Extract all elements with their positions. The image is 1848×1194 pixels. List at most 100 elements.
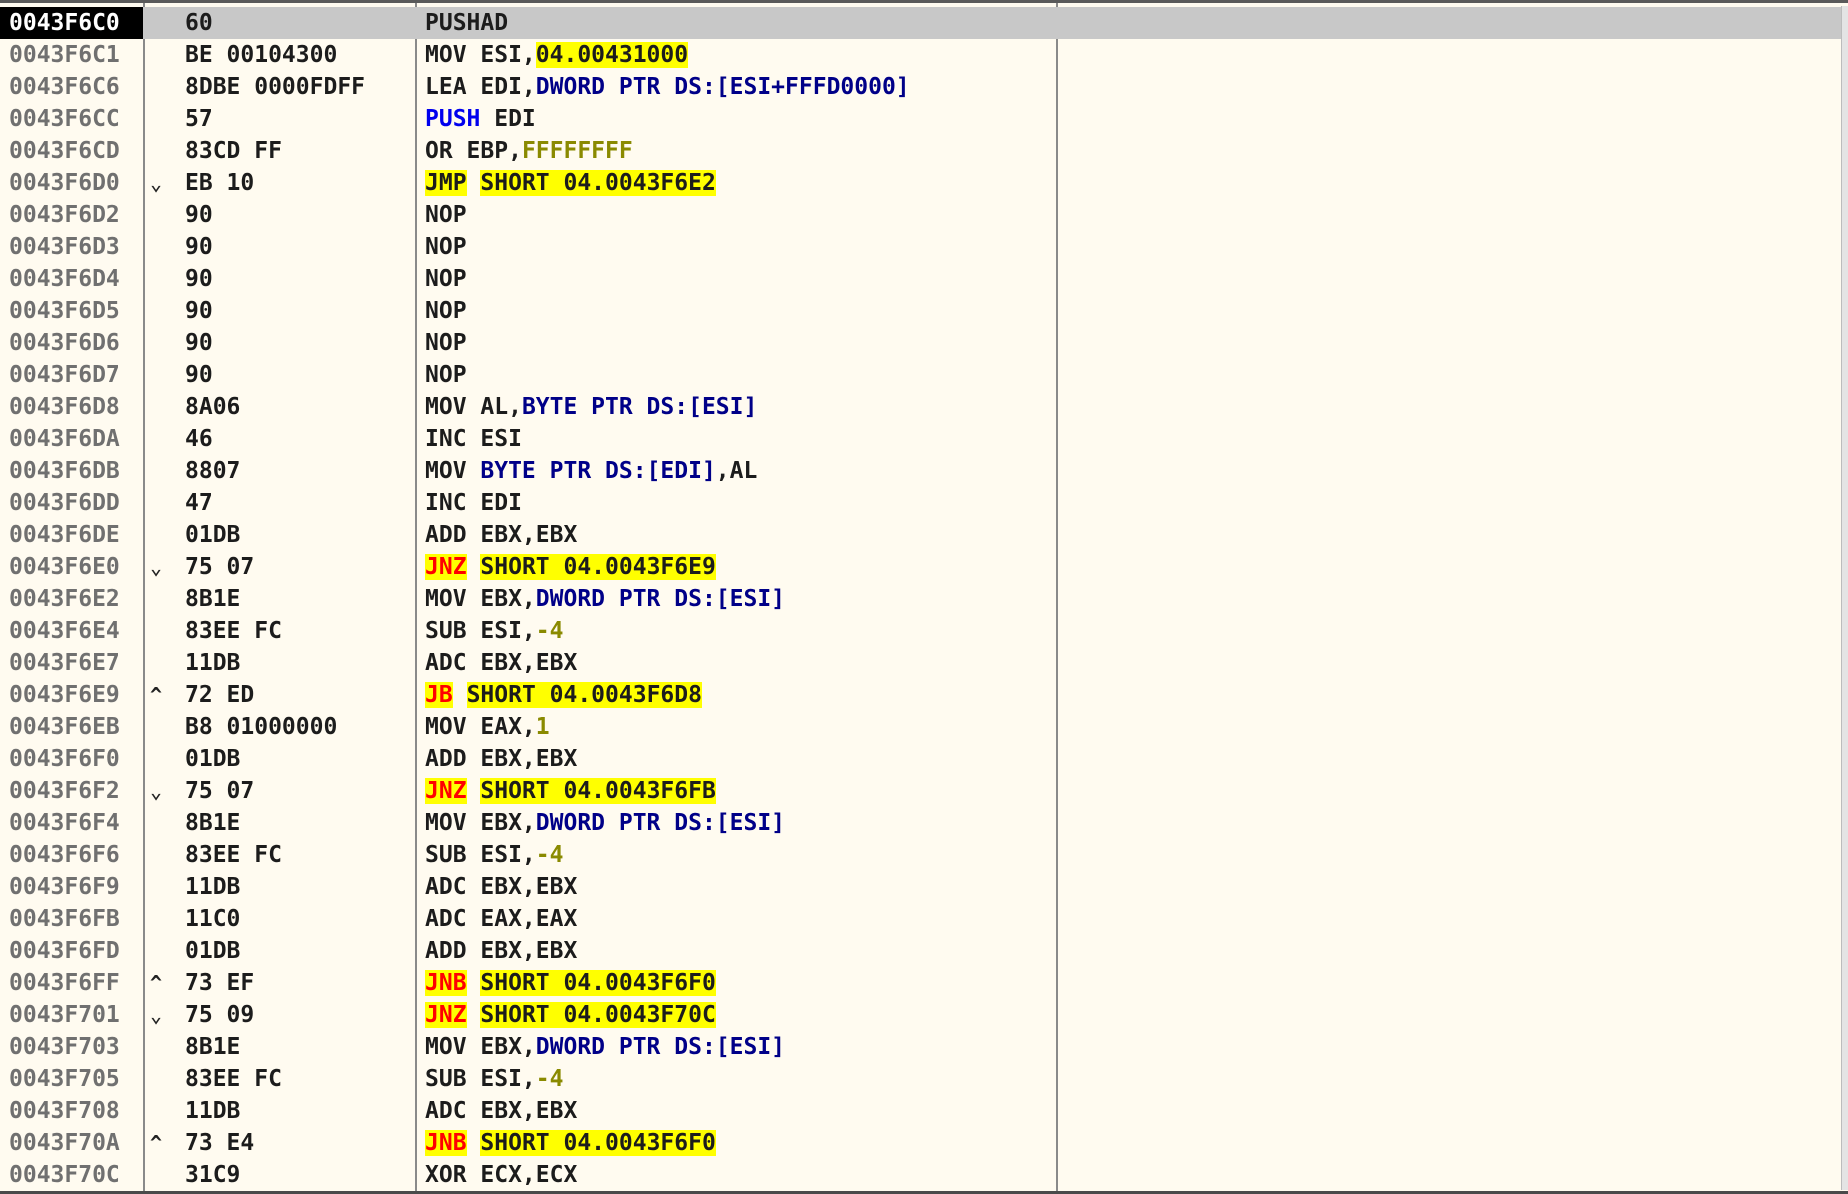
instruction-hex-bytes: 90: [185, 202, 213, 228]
instruction-row[interactable]: 0043F6DE 01DB ADD EBX,EBX: [0, 519, 1846, 551]
instruction-row[interactable]: 0043F6C1 BE 00104300 MOV ESI,04.00431000: [0, 39, 1846, 71]
jump-down-arrow-icon: ⌄: [150, 779, 163, 803]
instruction-hex-bytes: 31C9: [185, 1162, 241, 1188]
instruction-disassembly: INC EDI: [425, 487, 522, 519]
disassembly-token: MOV ESI,: [425, 42, 536, 68]
instruction-address: 0043F6CD: [9, 138, 120, 164]
instruction-address: 0043F6CC: [9, 106, 120, 132]
instruction-hex-bytes: 11DB: [185, 650, 241, 676]
instruction-hex-bytes: 75 07: [185, 778, 255, 804]
instruction-address: 0043F6C6: [9, 74, 120, 100]
instruction-address: 0043F6FB: [9, 906, 120, 932]
instruction-row[interactable]: 0043F6E2 8B1E MOV EBX,DWORD PTR DS:[ESI]: [0, 583, 1846, 615]
instruction-address: 0043F6D5: [9, 298, 120, 324]
instruction-row[interactable]: 0043F6F6 83EE FC SUB ESI,-4: [0, 839, 1846, 871]
instruction-row[interactable]: 0043F6FF ^ 73 EF JNB SHORT 04.0043F6F0: [0, 967, 1846, 999]
disassembly-token: MOV EBX,: [425, 810, 536, 836]
instruction-row[interactable]: 0043F6FB 11C0 ADC EAX,EAX: [0, 903, 1846, 935]
instruction-row[interactable]: 0043F705 83EE FC SUB ESI,-4: [0, 1063, 1846, 1095]
instruction-disassembly: ADD EBX,EBX: [425, 519, 577, 551]
instruction-address: 0043F70C: [9, 1162, 120, 1188]
instruction-row[interactable]: 0043F6D2 90 NOP: [0, 199, 1846, 231]
instruction-row[interactable]: 0043F6EB B8 01000000 MOV EAX,1: [0, 711, 1846, 743]
disassembly-token: ADC EAX,EAX: [425, 906, 578, 932]
instruction-address: 0043F6C1: [9, 42, 120, 68]
instruction-row[interactable]: 0043F6D7 90 NOP: [0, 359, 1846, 391]
instruction-row[interactable]: 0043F6F9 11DB ADC EBX,EBX: [0, 871, 1846, 903]
disassembly-token: OR EBP,: [425, 138, 522, 164]
disassembly-token: 1: [535, 714, 550, 740]
instruction-row[interactable]: 0043F703 8B1E MOV EBX,DWORD PTR DS:[ESI]: [0, 1031, 1846, 1063]
disassembly-token: [467, 1130, 481, 1156]
instruction-row[interactable]: 0043F6F2 ⌄ 75 07 JNZ SHORT 04.0043F6FB: [0, 775, 1846, 807]
disassembly-token: ,AL: [715, 458, 758, 484]
instruction-disassembly: ADD EBX,EBX: [425, 935, 577, 967]
instruction-disassembly: XOR ECX,ECX: [425, 1159, 577, 1191]
instruction-hex-bytes: 8B1E: [185, 586, 241, 612]
instruction-row[interactable]: 0043F6D6 90 NOP: [0, 327, 1846, 359]
disassembly-token: MOV EBX,: [425, 1034, 536, 1060]
disassembly-token: NOP: [425, 362, 467, 388]
instruction-address: 0043F6DD: [9, 490, 120, 516]
instruction-hex-bytes: 8A06: [185, 394, 241, 420]
instruction-row[interactable]: 0043F6E0 ⌄ 75 07 JNZ SHORT 04.0043F6E9: [0, 551, 1846, 583]
instruction-disassembly: ADC EBX,EBX: [425, 871, 577, 903]
instruction-address: 0043F6EB: [9, 714, 120, 740]
instruction-row[interactable]: 0043F6DD 47 INC EDI: [0, 487, 1846, 519]
disassembly-token: ADD EBX,EBX: [425, 746, 578, 772]
disassembly-token: JNZ: [425, 554, 467, 580]
instruction-row[interactable]: 0043F6E9 ^ 72 ED JB SHORT 04.0043F6D8: [0, 679, 1846, 711]
disassembly-token: 04.00431000: [535, 42, 689, 68]
instruction-row[interactable]: 0043F6E4 83EE FC SUB ESI,-4: [0, 615, 1846, 647]
instruction-disassembly: JNZ SHORT 04.0043F6FB: [425, 775, 716, 807]
instruction-address: 0043F6F0: [9, 746, 120, 772]
disassembly-token: NOP: [425, 298, 467, 324]
instruction-address: 0043F6FD: [9, 938, 120, 964]
instruction-disassembly: ADC EAX,EAX: [425, 903, 577, 935]
instruction-hex-bytes: BE 00104300: [185, 42, 338, 68]
instruction-row[interactable]: 0043F6D0 ⌄ EB 10 JMP SHORT 04.0043F6E2: [0, 167, 1846, 199]
instruction-address: 0043F6E4: [9, 618, 120, 644]
instruction-hex-bytes: 47: [185, 490, 213, 516]
instruction-address: 0043F703: [9, 1034, 120, 1060]
disassembly-token: LEA EDI,: [425, 74, 536, 100]
instruction-row[interactable]: 0043F6FD 01DB ADD EBX,EBX: [0, 935, 1846, 967]
vertical-scrollbar[interactable]: [1841, 6, 1848, 1190]
instruction-address: 0043F6E9: [9, 682, 120, 708]
instruction-row[interactable]: 0043F6D8 8A06 MOV AL,BYTE PTR DS:[ESI]: [0, 391, 1846, 423]
instruction-row[interactable]: 0043F70A ^ 73 E4 JNB SHORT 04.0043F6F0: [0, 1127, 1846, 1159]
instruction-row[interactable]: 0043F6DA 46 INC ESI: [0, 423, 1846, 455]
instruction-disassembly: ADC EBX,EBX: [425, 647, 577, 679]
disassembly-token: SHORT 04.0043F6D8: [466, 682, 702, 708]
disassembly-token: MOV: [425, 458, 481, 484]
instruction-hex-bytes: 11DB: [185, 874, 241, 900]
instruction-row[interactable]: 0043F701 ⌄ 75 09 JNZ SHORT 04.0043F70C: [0, 999, 1846, 1031]
disassembly-token: -4: [535, 842, 564, 868]
instruction-row[interactable]: 0043F6D3 90 NOP: [0, 231, 1846, 263]
instruction-address: 0043F6F9: [9, 874, 120, 900]
disassembly-token: SHORT 04.0043F6F0: [480, 1130, 716, 1156]
instruction-hex-bytes: 73 E4: [185, 1130, 255, 1156]
instruction-row[interactable]: 0043F6DB 8807 MOV BYTE PTR DS:[EDI],AL: [0, 455, 1846, 487]
instruction-row[interactable]: 0043F6F4 8B1E MOV EBX,DWORD PTR DS:[ESI]: [0, 807, 1846, 839]
disassembly-token: BYTE PTR DS:[EDI]: [480, 458, 716, 484]
instruction-row[interactable]: 0043F6CC 57 PUSH EDI: [0, 103, 1846, 135]
disassembly-pane[interactable]: 0043F6C0 60 PUSHAD 0043F6C1 BE 00104300 MOV E…: [0, 0, 1848, 1194]
instruction-row[interactable]: 0043F708 11DB ADC EBX,EBX: [0, 1095, 1846, 1127]
instruction-row[interactable]: 0043F6C6 8DBE 0000FDFF LEA EDI,DWORD PTR D…: [0, 71, 1846, 103]
instruction-hex-bytes: 75 09: [185, 1002, 255, 1028]
instruction-hex-bytes: 75 07: [185, 554, 255, 580]
instruction-row[interactable]: 0043F6E7 11DB ADC EBX,EBX: [0, 647, 1846, 679]
instruction-row[interactable]: 0043F6CD 83CD FF OR EBP,FFFFFFFF: [0, 135, 1846, 167]
instruction-hex-bytes: B8 01000000: [185, 714, 338, 740]
instruction-row[interactable]: 0043F6C0 60 PUSHAD: [0, 7, 1846, 39]
instruction-row[interactable]: 0043F6F0 01DB ADD EBX,EBX: [0, 743, 1846, 775]
instruction-disassembly: JNZ SHORT 04.0043F70C: [425, 999, 716, 1031]
instruction-row[interactable]: 0043F6D4 90 NOP: [0, 263, 1846, 295]
disassembly-token: ADD EBX,EBX: [425, 938, 578, 964]
instruction-address: 0043F6F4: [9, 810, 120, 836]
instruction-row[interactable]: 0043F6D5 90 NOP: [0, 295, 1846, 327]
disassembly-token: SHORT 04.0043F70C: [480, 1002, 716, 1028]
disassembly-token: SHORT 04.0043F6E9: [480, 554, 716, 580]
instruction-row[interactable]: 0043F70C 31C9 XOR ECX,ECX: [0, 1159, 1846, 1191]
